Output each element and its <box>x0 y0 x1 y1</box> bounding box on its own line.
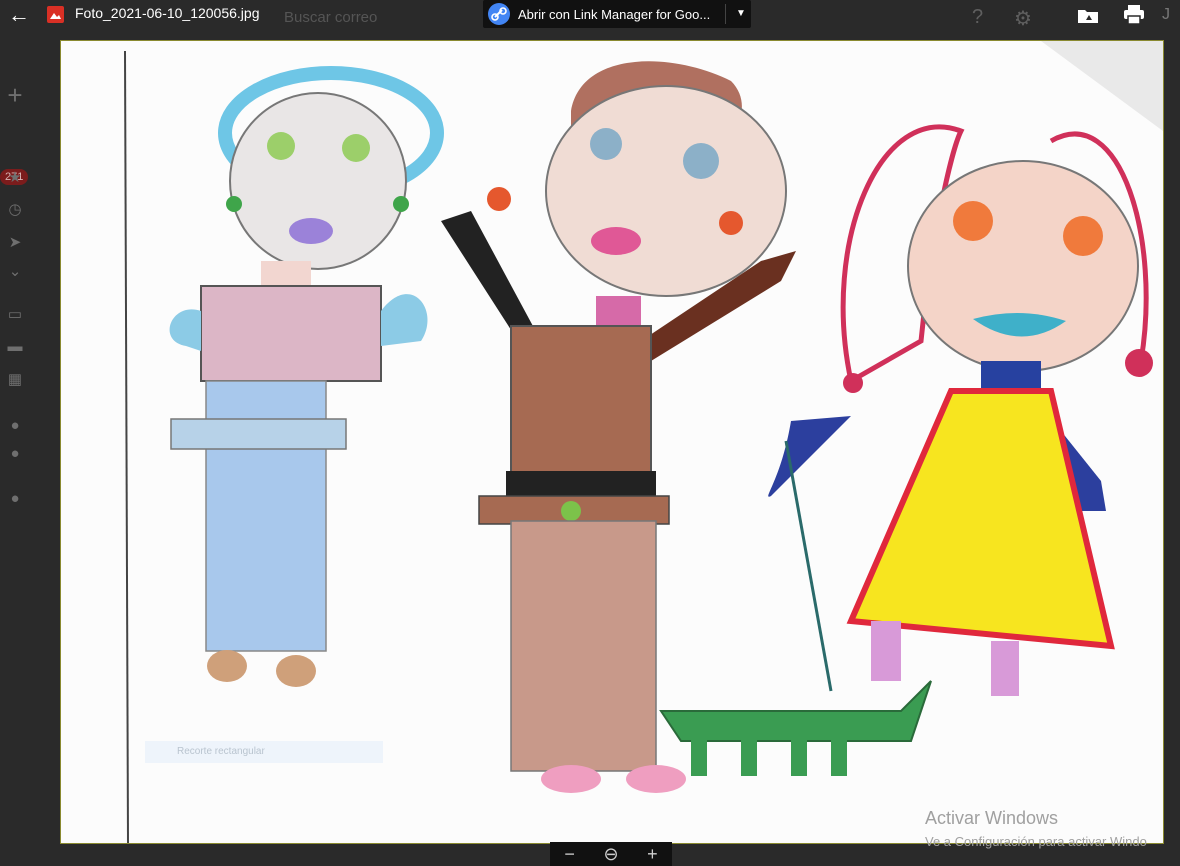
image-file-icon <box>47 6 64 23</box>
clock-icon: ◷ <box>8 201 22 218</box>
child-drawing-image <box>61 41 1163 843</box>
file-name: Foto_2021-06-10_120056.jpg <box>75 5 260 21</box>
zoom-in-button[interactable]: + <box>647 844 658 865</box>
compose-plus-icon: + <box>7 80 23 110</box>
gmail-sidebar: + 271 ★ ◷ ➤ ⌄ ▭ ▬ ▦ ● ● ● <box>0 40 40 866</box>
image-preview <box>60 40 1164 844</box>
emoji-icon: ● <box>10 490 20 507</box>
print-button[interactable] <box>1120 2 1148 28</box>
windows-activation-subtitle: Ve a Configuración para activar Windo <box>925 834 1147 849</box>
open-with-button[interactable]: Abrir con Link Manager for Goo... ▼ <box>483 0 751 28</box>
chevron-down-icon: ⌄ <box>8 263 22 280</box>
video-icon: ▭ <box>7 306 23 323</box>
zoom-out-button[interactable]: − <box>564 844 575 865</box>
link-icon <box>488 3 510 25</box>
keyboard-icon: ▬ <box>7 338 23 355</box>
caret-down-icon: ▼ <box>736 8 746 19</box>
hangouts-icon: ● <box>10 417 20 434</box>
zoom-controls: − ⊖ + <box>550 842 672 866</box>
snipping-tool-label: Recorte rectangular <box>145 741 383 763</box>
windows-activation-title: Activar Windows <box>925 808 1059 828</box>
printer-icon <box>1124 5 1144 25</box>
star-icon: ★ <box>8 169 22 186</box>
zoom-reset-button[interactable]: ⊖ <box>603 844 618 865</box>
viewer-toolbar: ← Foto_2021-06-10_120056.jpg Abrir con L… <box>0 0 1180 36</box>
open-with-dropdown[interactable]: ▼ <box>731 0 751 28</box>
send-icon: ➤ <box>8 234 22 251</box>
add-to-drive-icon <box>1078 10 1098 23</box>
open-with-divider <box>725 4 726 24</box>
back-button[interactable]: ← <box>6 4 32 28</box>
avatar-p-icon: ● <box>10 445 20 462</box>
calendar-icon: ▦ <box>7 371 23 388</box>
open-with-label: Abrir con Link Manager for Goo... <box>518 6 711 22</box>
arrow-left-icon: ← <box>8 2 30 27</box>
add-to-drive-button[interactable] <box>1074 2 1102 28</box>
image-viewer: Buscar correo + 271 ★ ◷ ➤ ⌄ ▭ ▬ ▦ ● ● ● … <box>0 0 1180 866</box>
